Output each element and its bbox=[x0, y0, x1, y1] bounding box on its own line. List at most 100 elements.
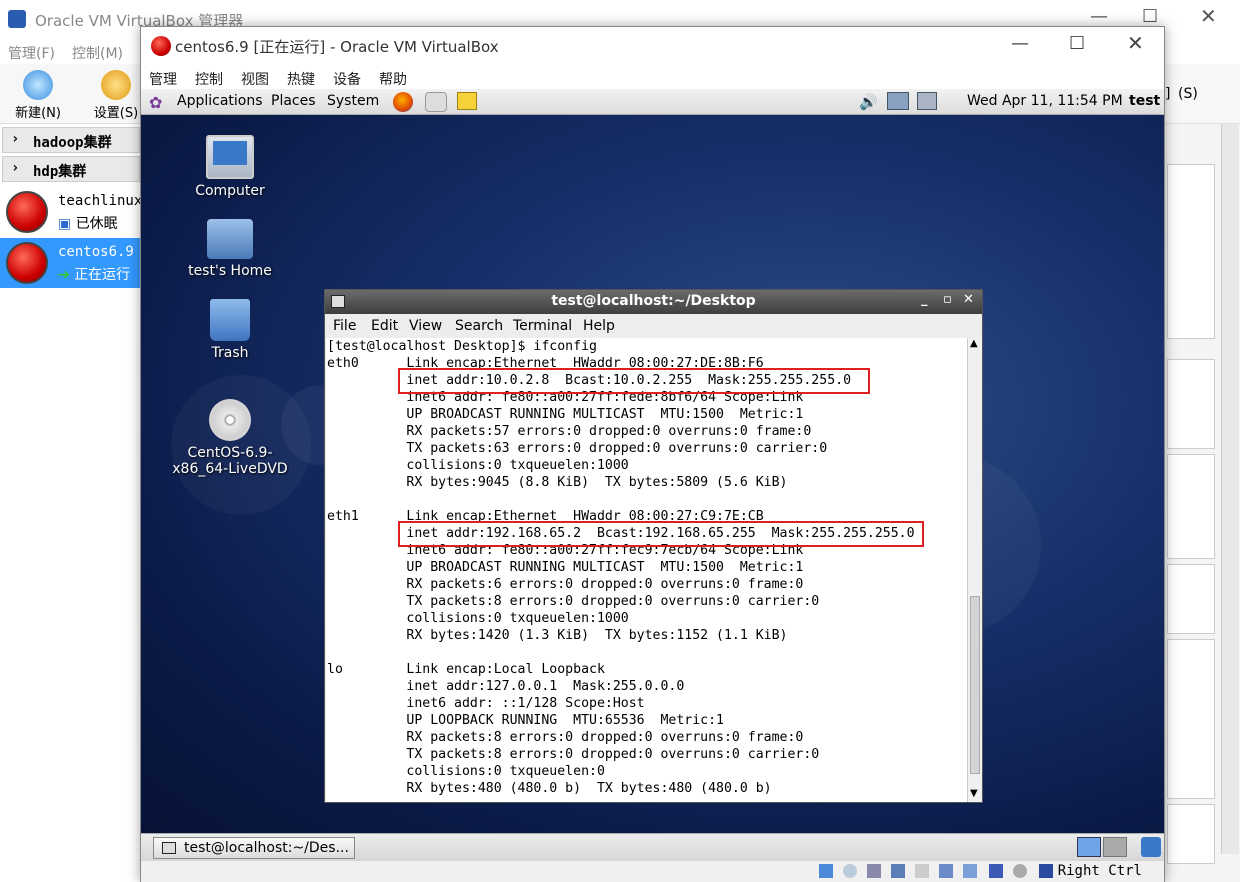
new-vm-button[interactable]: 新建(N) bbox=[8, 70, 68, 121]
computer-icon bbox=[206, 135, 254, 179]
details-panel bbox=[1167, 359, 1215, 449]
keyboard-capture-icon[interactable] bbox=[1039, 864, 1053, 878]
scroll-up-icon[interactable]: ▲ bbox=[970, 338, 978, 349]
vm-name: centos6.9 bbox=[58, 244, 134, 260]
details-panel bbox=[1167, 639, 1215, 799]
network-icon[interactable] bbox=[887, 92, 909, 110]
group-label: hdp集群 bbox=[33, 164, 87, 180]
snapshot-shortcut: (S) bbox=[1178, 86, 1198, 102]
usb-icon[interactable] bbox=[915, 864, 929, 878]
group-hadoop[interactable]: › hadoop集群 bbox=[2, 127, 140, 153]
vm-menu-hotkeys[interactable]: 热键 bbox=[287, 69, 315, 89]
settings-button[interactable]: 设置(S) bbox=[86, 70, 146, 121]
clock[interactable]: Wed Apr 11, 11:54 PM bbox=[967, 93, 1123, 109]
scroll-down-icon[interactable]: ▼ bbox=[970, 788, 978, 799]
terminal-window: test@localhost:~/Desktop _ ▫ ✕ File Edit… bbox=[324, 289, 983, 803]
vm-status-bar: Right Ctrl bbox=[141, 861, 1164, 882]
mouse-integration-icon[interactable] bbox=[1013, 864, 1027, 878]
vm-maximize-button[interactable]: ☐ bbox=[1069, 33, 1085, 54]
manager-minimize-button[interactable]: — bbox=[1090, 6, 1108, 27]
settings-label: 设置(S) bbox=[93, 106, 139, 121]
terminal-menu-edit[interactable]: Edit bbox=[371, 318, 398, 334]
chevron-right-icon: › bbox=[11, 160, 20, 176]
display-icon[interactable] bbox=[963, 864, 977, 878]
vm-window: centos6.9 [正在运行] - Oracle VM VirtualBox … bbox=[140, 26, 1165, 882]
desktop-icon-label: Computer bbox=[195, 183, 265, 199]
user-name[interactable]: test bbox=[1129, 93, 1160, 109]
menu-places[interactable]: Places bbox=[271, 93, 316, 109]
new-vm-label: 新建(N) bbox=[15, 106, 61, 121]
mail-client-icon[interactable] bbox=[425, 92, 447, 112]
group-hdp[interactable]: › hdp集群 bbox=[2, 156, 140, 182]
shared-folders-icon[interactable] bbox=[939, 864, 953, 878]
terminal-scrollbar[interactable]: ▲ ▼ bbox=[967, 338, 982, 802]
menu-system[interactable]: System bbox=[327, 93, 379, 109]
desktop-icon-trash[interactable]: Trash bbox=[165, 299, 295, 361]
vm-minimize-button[interactable]: — bbox=[1011, 33, 1029, 54]
terminal-maximize-button[interactable]: ▫ bbox=[943, 292, 952, 307]
desktop-icon-label: test's Home bbox=[188, 263, 272, 279]
manager-menu-machine[interactable]: 控制(M) bbox=[72, 43, 123, 63]
hard-disk-icon[interactable] bbox=[819, 864, 833, 878]
desktop-icon-home[interactable]: test's Home bbox=[165, 219, 295, 279]
vm-menu-help[interactable]: 帮助 bbox=[379, 69, 407, 89]
terminal-close-button[interactable]: ✕ bbox=[963, 292, 974, 307]
workspace-1[interactable] bbox=[1077, 837, 1101, 857]
terminal-menu-search[interactable]: Search bbox=[455, 318, 503, 334]
taskbar-terminal-item[interactable]: test@localhost:~/Des... bbox=[153, 837, 355, 859]
cd-icon bbox=[209, 399, 251, 441]
audio-icon[interactable] bbox=[867, 864, 881, 878]
vm-status: ➔ 正在运行 bbox=[58, 267, 131, 283]
vm-menu-view[interactable]: 视图 bbox=[241, 69, 269, 89]
terminal-minimize-button[interactable]: _ bbox=[921, 292, 928, 307]
terminal-menu-view[interactable]: View bbox=[409, 318, 442, 334]
desktop-icon-computer[interactable]: Computer bbox=[165, 135, 295, 199]
group-label: hadoop集群 bbox=[33, 135, 112, 151]
details-panel bbox=[1167, 564, 1215, 634]
terminal-menu-terminal[interactable]: Terminal bbox=[513, 318, 572, 334]
redhat-logo-icon bbox=[151, 36, 171, 56]
vm-menu-machine[interactable]: 管理 bbox=[149, 69, 177, 89]
desktop-icon-label: CentOS-6.9-x86_64-LiveDVD bbox=[172, 445, 288, 477]
gnome-top-panel: ✿ Applications Places System 🔊 Wed Apr 1… bbox=[141, 89, 1164, 115]
vm-menu-control[interactable]: 控制 bbox=[195, 69, 223, 89]
optical-drive-icon[interactable] bbox=[843, 864, 857, 878]
host-key-label: Right Ctrl bbox=[1057, 863, 1142, 879]
show-desktop-icon[interactable] bbox=[1141, 837, 1161, 857]
gnome-foot-icon: ✿ bbox=[149, 93, 163, 112]
highlight-eth1-inet bbox=[398, 521, 924, 547]
vm-item-teachlinux[interactable]: teachlinux ▣ 已休眠 bbox=[0, 187, 142, 237]
snapshot-button-label[interactable]: ] bbox=[1165, 86, 1170, 102]
chevron-right-icon: › bbox=[11, 131, 20, 147]
redhat-logo-icon bbox=[6, 191, 48, 233]
notes-editor-icon[interactable] bbox=[457, 92, 477, 110]
vm-status: ▣ 已休眠 bbox=[58, 216, 118, 232]
vm-close-button[interactable]: ✕ bbox=[1127, 31, 1144, 55]
desktop-icon-livedvd[interactable]: CentOS-6.9-x86_64-LiveDVD bbox=[165, 399, 295, 477]
update-icon[interactable] bbox=[917, 92, 937, 110]
manager-close-button[interactable]: ✕ bbox=[1200, 4, 1217, 28]
vm-window-title: centos6.9 [正在运行] - Oracle VM VirtualBox bbox=[175, 38, 499, 56]
terminal-output-area[interactable]: [test@localhost Desktop]$ ifconfig eth0 … bbox=[326, 338, 967, 802]
firefox-icon[interactable] bbox=[393, 92, 413, 112]
running-arrow-icon: ➔ bbox=[58, 267, 75, 283]
vm-list: › hadoop集群 › hdp集群 teachlinux ▣ 已休眠 cent… bbox=[0, 124, 142, 882]
vm-menu-devices[interactable]: 设备 bbox=[333, 69, 361, 89]
recording-icon[interactable] bbox=[989, 864, 1003, 878]
scrollbar-thumb[interactable] bbox=[970, 596, 980, 774]
manager-maximize-button[interactable]: ☐ bbox=[1142, 6, 1158, 27]
terminal-output: [test@localhost Desktop]$ ifconfig eth0 … bbox=[327, 339, 915, 796]
terminal-menu-help[interactable]: Help bbox=[583, 318, 615, 334]
saved-state-icon: ▣ bbox=[58, 216, 76, 232]
terminal-menu-file[interactable]: File bbox=[333, 318, 356, 334]
volume-icon[interactable]: 🔊 bbox=[859, 93, 878, 111]
manager-scrollbar[interactable] bbox=[1221, 124, 1239, 854]
terminal-title-bar: test@localhost:~/Desktop _ ▫ ✕ bbox=[325, 290, 982, 314]
manager-menu-file[interactable]: 管理(F) bbox=[8, 43, 55, 63]
redhat-logo-icon bbox=[6, 242, 48, 284]
workspace-2[interactable] bbox=[1103, 837, 1127, 857]
terminal-app-icon bbox=[331, 295, 345, 308]
network-adapter-icon[interactable] bbox=[891, 864, 905, 878]
menu-applications[interactable]: Applications bbox=[177, 93, 263, 109]
vm-item-centos69[interactable]: centos6.9 ➔ 正在运行 bbox=[0, 238, 140, 288]
